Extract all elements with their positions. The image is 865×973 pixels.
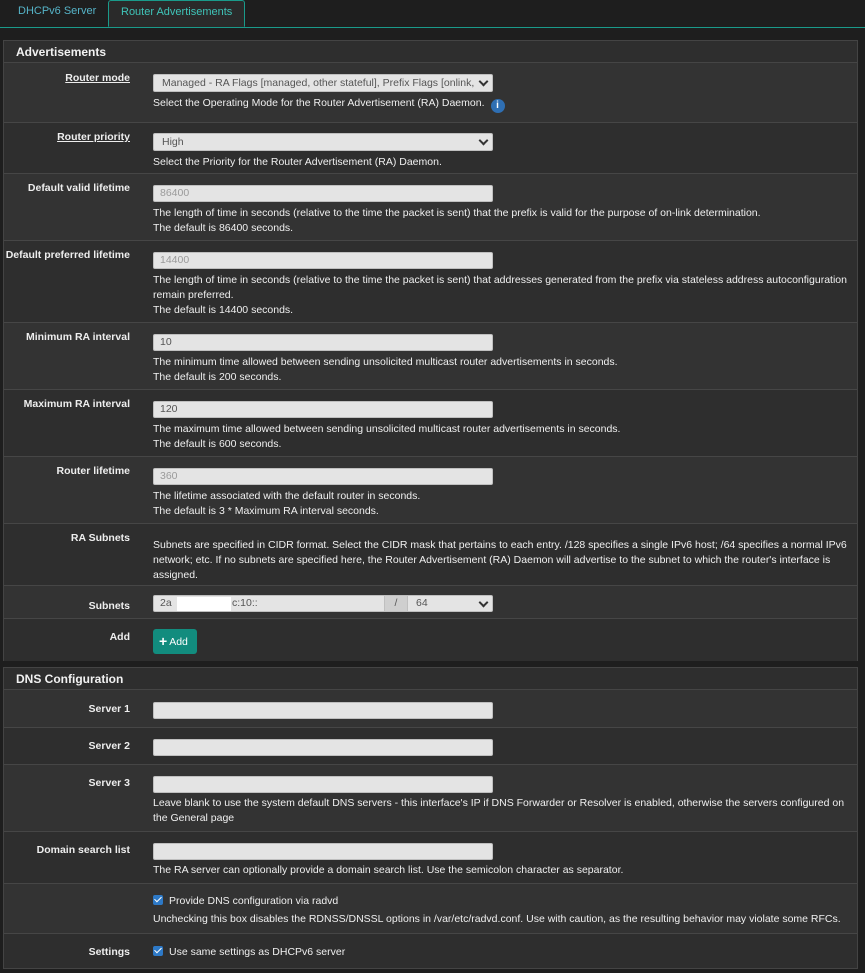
router-lifetime-label: Router lifetime	[56, 465, 130, 477]
default-valid-lifetime-label: Default valid lifetime	[27, 182, 130, 194]
max-ra-interval-help: The maximum time allowed between sending…	[153, 422, 853, 452]
ra-subnets-help: Subnets are specified in CIDR format. Se…	[153, 539, 847, 581]
radvd-checkbox-label[interactable]: Provide DNS configuration via radvd	[169, 895, 338, 907]
server1-row: Server 1	[4, 691, 857, 728]
max-ra-interval-row: Maximum RA interval 120 The maximum time…	[4, 390, 857, 457]
subnet-slash: /	[385, 595, 407, 612]
router-lifetime-help: The lifetime associated with the default…	[153, 489, 853, 519]
max-ra-interval-help-line2: The default is 600 seconds.	[153, 438, 282, 450]
radvd-row: Provide DNS configuration via radvd Unch…	[4, 884, 857, 934]
add-button-label: Add	[169, 636, 188, 648]
domain-search-input[interactable]	[153, 843, 493, 860]
min-ra-interval-row: Minimum RA interval 10 The minimum time …	[4, 323, 857, 390]
settings-label: Settings	[88, 946, 130, 958]
panel-title: DNS Configuration	[4, 668, 857, 690]
router-lifetime-row: Router lifetime 360 The lifetime associa…	[4, 457, 857, 524]
chevron-down-icon	[478, 597, 489, 608]
default-preferred-lifetime-label: Default preferred lifetime	[5, 249, 130, 261]
chevron-down-icon	[478, 135, 489, 146]
subnet-address-prefix: 2a	[160, 597, 172, 609]
max-ra-interval-input[interactable]: 120	[153, 401, 493, 418]
radvd-help: Unchecking this box disables the RDNSS/D…	[153, 913, 841, 925]
settings-checkbox-line[interactable]: Use same settings as DHCPv6 server	[153, 945, 853, 960]
router-priority-value: High	[162, 136, 184, 148]
radvd-checkbox-line[interactable]: Provide DNS configuration via radvd	[153, 894, 853, 909]
default-valid-lifetime-help-line2: The default is 86400 seconds.	[153, 222, 294, 234]
dns-configuration-panel: DNS Configuration Server 1 Server 2 Serv…	[3, 667, 858, 969]
radvd-checkbox[interactable]	[153, 895, 163, 905]
server3-input[interactable]	[153, 776, 493, 793]
router-priority-help: Select the Priority for the Router Adver…	[153, 156, 442, 168]
min-ra-interval-help: The minimum time allowed between sending…	[153, 355, 853, 385]
subnet-mask-select[interactable]: 64	[407, 595, 493, 612]
max-ra-interval-label: Maximum RA interval	[23, 398, 130, 410]
router-mode-value: Managed - RA Flags [managed, other state…	[162, 77, 475, 89]
subnets-label: Subnets	[88, 600, 130, 612]
default-preferred-lifetime-help-line1: The length of time in seconds (relative …	[153, 274, 847, 301]
ra-subnets-label: RA Subnets	[70, 532, 130, 544]
redaction-block	[177, 597, 231, 611]
default-valid-lifetime-help: The length of time in seconds (relative …	[153, 206, 853, 236]
min-ra-interval-help-line2: The default is 200 seconds.	[153, 371, 282, 383]
domain-search-help: The RA server can optionally provide a d…	[153, 864, 624, 876]
min-ra-interval-help-line1: The minimum time allowed between sending…	[153, 356, 618, 368]
subnet-address-input[interactable]: 2a c:10::	[153, 595, 385, 612]
router-mode-label[interactable]: Router mode	[65, 72, 130, 84]
default-valid-lifetime-help-line1: The length of time in seconds (relative …	[153, 207, 761, 219]
min-ra-interval-input[interactable]: 10	[153, 334, 493, 351]
tab-dhcpv6-server[interactable]: DHCPv6 Server	[6, 0, 108, 27]
router-mode-help-text: Select the Operating Mode for the Router…	[153, 97, 485, 109]
settings-row: Settings Use same settings as DHCPv6 ser…	[4, 934, 857, 968]
subnet-entry: 2a c:10:: / 64	[153, 595, 493, 612]
server2-label: Server 2	[88, 740, 130, 752]
panel-title: Advertisements	[4, 41, 857, 63]
router-mode-row: Router mode Managed - RA Flags [managed,…	[4, 64, 857, 123]
domain-search-label: Domain search list	[36, 844, 130, 856]
router-priority-select[interactable]: High	[153, 133, 493, 151]
info-icon[interactable]: i	[490, 99, 505, 113]
default-valid-lifetime-row: Default valid lifetime 86400 The length …	[4, 174, 857, 241]
domain-search-row: Domain search list The RA server can opt…	[4, 832, 857, 884]
tab-router-advertisements[interactable]: Router Advertisements	[108, 0, 246, 27]
server1-input[interactable]	[153, 702, 493, 719]
default-valid-lifetime-input[interactable]: 86400	[153, 185, 493, 202]
server2-input[interactable]	[153, 739, 493, 756]
default-preferred-lifetime-row: Default preferred lifetime 14400 The len…	[4, 241, 857, 323]
subnets-row: Subnets 2a c:10:: / 64	[4, 586, 857, 619]
default-preferred-lifetime-input[interactable]: 14400	[153, 252, 493, 269]
router-mode-help: Select the Operating Mode for the Router…	[153, 96, 853, 113]
advertisements-panel: Advertisements Router mode Managed - RA …	[3, 40, 858, 661]
server2-row: Server 2	[4, 728, 857, 765]
subnet-address-suffix: c:10::	[232, 597, 258, 609]
server3-help: Leave blank to use the system default DN…	[153, 797, 845, 824]
router-lifetime-help-line2: The default is 3 * Maximum RA interval s…	[153, 505, 379, 517]
tab-bar: DHCPv6 Server Router Advertisements	[0, 0, 865, 28]
chevron-down-icon	[478, 76, 489, 87]
router-priority-label[interactable]: Router priority	[57, 131, 130, 143]
default-preferred-lifetime-help-line2: The default is 14400 seconds.	[153, 304, 294, 316]
add-subnet-button[interactable]: + Add	[153, 629, 197, 654]
router-lifetime-input[interactable]: 360	[153, 468, 493, 485]
subnet-mask-value: 64	[416, 597, 428, 609]
min-ra-interval-label: Minimum RA interval	[25, 331, 130, 343]
router-priority-row: Router priority High Select the Priority…	[4, 123, 857, 174]
default-preferred-lifetime-help: The length of time in seconds (relative …	[153, 273, 853, 318]
plus-icon: +	[159, 633, 168, 649]
same-settings-checkbox-label[interactable]: Use same settings as DHCPv6 server	[169, 946, 345, 958]
same-settings-checkbox[interactable]	[153, 946, 163, 956]
server1-label: Server 1	[88, 703, 130, 715]
add-row: Add + Add	[4, 619, 857, 661]
max-ra-interval-help-line1: The maximum time allowed between sending…	[153, 423, 621, 435]
ra-subnets-row: RA Subnets Subnets are specified in CIDR…	[4, 524, 857, 586]
add-label: Add	[109, 631, 130, 643]
router-mode-select[interactable]: Managed - RA Flags [managed, other state…	[153, 74, 493, 92]
router-lifetime-help-line1: The lifetime associated with the default…	[153, 490, 421, 502]
server3-row: Server 3 Leave blank to use the system d…	[4, 765, 857, 832]
server3-label: Server 3	[88, 777, 130, 789]
